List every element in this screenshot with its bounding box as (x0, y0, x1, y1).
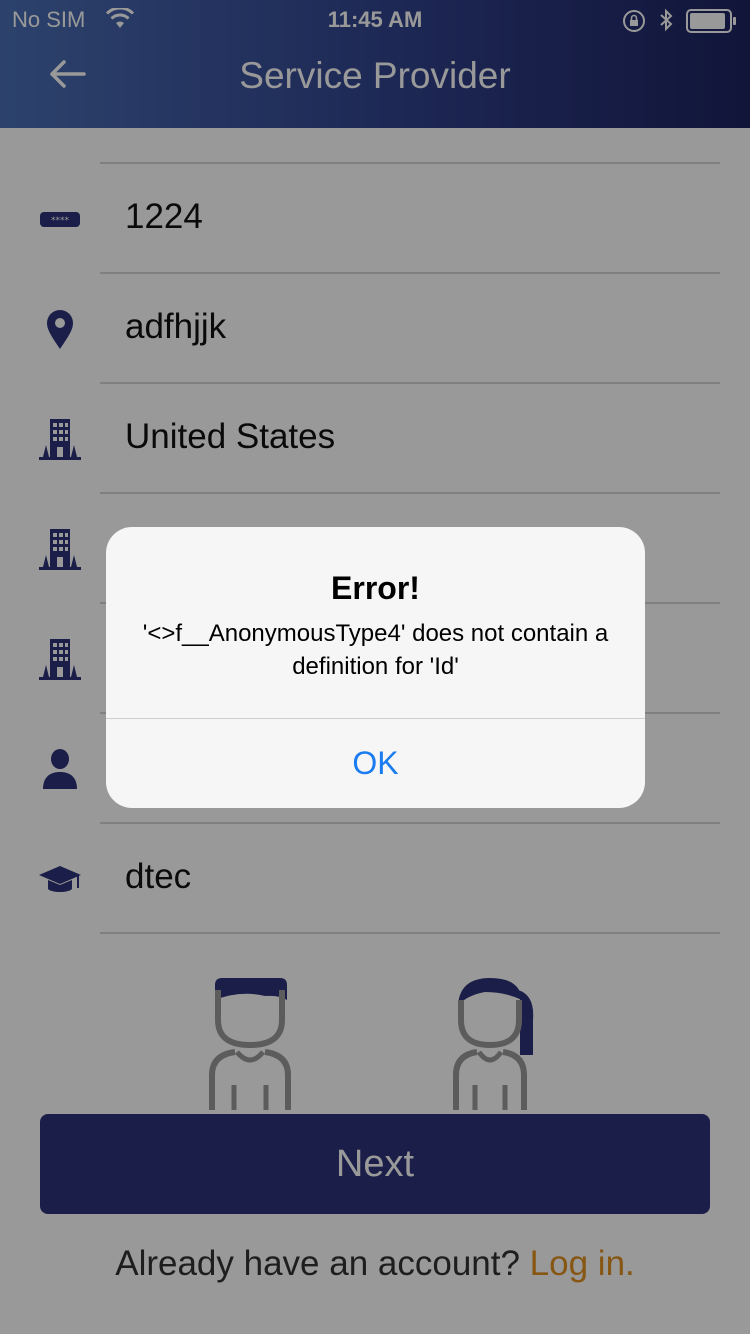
error-alert-dialog: Error! '<>f__AnonymousType4' does not co… (106, 527, 645, 808)
alert-title: Error! (331, 570, 420, 606)
alert-ok-button[interactable]: OK (106, 719, 645, 808)
alert-message: '<>f__AnonymousType4' does not contain a… (142, 620, 609, 680)
